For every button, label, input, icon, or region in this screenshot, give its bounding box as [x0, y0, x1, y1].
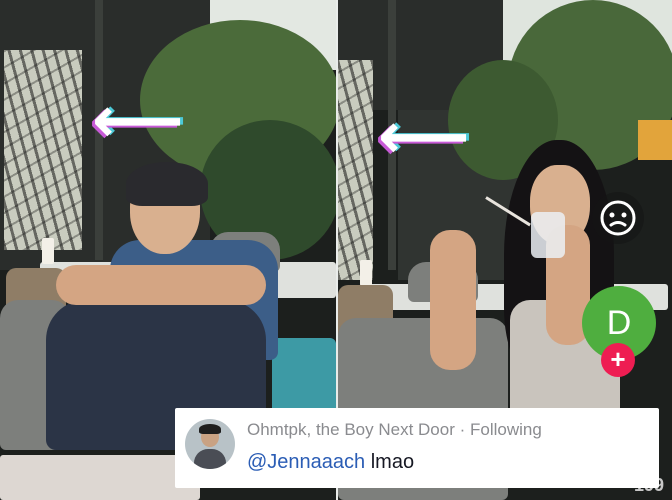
face-filter-icon [600, 200, 636, 236]
decorated-glass-wall [338, 60, 373, 280]
comment-mention[interactable]: @Jennaaach [247, 451, 365, 473]
meta-separator: · [454, 420, 470, 439]
follow-plus-button[interactable]: + [601, 343, 635, 377]
face-filter-button[interactable] [592, 192, 644, 244]
left-arrow-icon: ⟵ [92, 84, 184, 156]
comment-card[interactable]: Ohmtpk, the Boy Next Door · Following @J… [175, 408, 659, 488]
cup [42, 238, 54, 264]
drink-cup [531, 212, 565, 258]
beanie [126, 162, 208, 206]
comment-body: @Jennaaach lmao [247, 451, 414, 474]
comment-meta: Ohmtpk, the Boy Next Door · Following [247, 420, 542, 440]
decorated-glass-wall [4, 50, 82, 250]
avatar-hair [199, 424, 221, 434]
comment-author[interactable]: Ohmtpk, the Boy Next Door [247, 420, 455, 439]
cup [360, 260, 372, 286]
following-status: Following [469, 420, 542, 439]
crossed-arms [56, 265, 266, 305]
arm [430, 230, 476, 370]
commenter-avatar[interactable] [185, 419, 235, 469]
avatar-body [194, 449, 226, 469]
comment-text: lmao [365, 451, 415, 473]
foreground-table [0, 455, 200, 500]
yellow-wall [638, 120, 672, 160]
left-arrow-icon: ⟵ [378, 100, 470, 172]
